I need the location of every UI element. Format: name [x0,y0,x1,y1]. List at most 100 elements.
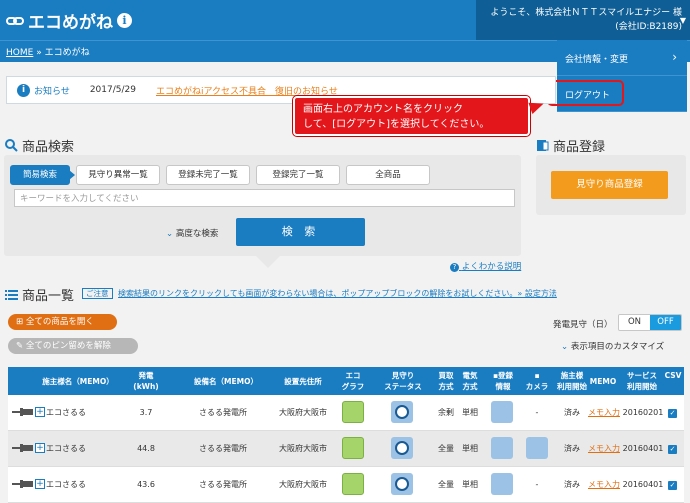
col-watch-line2: ステータス [384,382,422,391]
watch-status-icon[interactable] [391,437,413,459]
tab-simple-search[interactable]: 簡易検索 [10,165,75,185]
eco-graph-icon[interactable] [342,473,364,495]
pin-icon[interactable] [12,479,34,489]
memo-link[interactable]: メモ入力 [586,467,622,503]
instruction-callout: 画面右上のアカウント名をクリック して、[ログアウト]を選択してください。 [293,96,530,136]
faq-link[interactable]: ? よくわかる説明 [450,260,521,272]
power-method: 単相 [462,480,478,489]
breadcrumb-home[interactable]: HOME [6,48,33,58]
col-watch-status: 見守り ステータス [378,370,428,392]
owner-start: 済み [564,444,580,453]
document-icon [537,140,549,151]
col-registration: ▪登録 情報 [486,370,520,392]
toggle-off[interactable]: OFF [650,315,681,330]
table-row[interactable]: + エコさるる 44.8 さるる発電所 大阪府大阪市 全量 単相 済み メモ入力… [8,431,684,467]
camera-icon[interactable] [526,437,548,459]
memo-link[interactable]: メモ入力 [586,431,622,467]
advanced-search-label: 高度な検索 [175,229,219,239]
col-generation-line: 発電 [138,371,154,380]
csv-checkbox[interactable]: ✓ [668,481,677,490]
toggle-on[interactable]: ON [619,315,650,330]
generation-value: 43.6 [137,480,155,489]
owner-name[interactable]: エコさるる [46,431,106,467]
facility-name[interactable]: さるる発電所 [178,431,268,467]
watch-status-icon[interactable] [391,401,413,423]
col-location: 設置先住所 [284,377,322,386]
owner-name[interactable]: エコさるる [46,395,106,431]
col-buy-method: 買取 方式 [434,370,458,392]
col-eco-line2: グラフ [341,382,365,391]
csv-checkbox[interactable]: ✓ [668,409,677,418]
notice-tag: i お知らせ [7,83,80,97]
tab-all-products[interactable]: 全商品 [346,165,430,185]
callout-line: 画面右上のアカウント名をクリック [303,104,463,115]
col-csv: CSV [664,371,682,380]
pin-icon[interactable] [12,443,34,453]
col-power-line2: 方式 [462,382,478,391]
col-memo: MEMO [589,377,617,386]
camera-value: - [535,480,539,489]
eco-graph-icon[interactable] [342,437,364,459]
search-title: 商品検索 [22,140,75,155]
account-menu-trigger[interactable]: ようこそ、株式会社ＮＴＴスマイルエナジー 様 (会社ID:B2189) ▼ [476,0,690,40]
expand-icon[interactable]: + [35,443,45,453]
list-title: 商品一覧 [22,289,75,304]
power-method: 単相 [462,408,478,417]
buy-method: 全量 [438,444,454,453]
register-product-button[interactable]: 見守り商品登録 [551,171,668,199]
owner-name[interactable]: エコさるる [46,467,106,503]
menu-item-company-info[interactable]: 会社情報・変更 › [557,40,687,76]
app-logo[interactable]: エコめがね i [6,8,132,33]
chevron-down-icon: ⌄ [166,229,174,239]
col-owner: 施主様名（MEMO） [42,377,114,386]
eco-graph-icon[interactable] [342,401,364,423]
info-icon[interactable]: i [117,13,132,28]
col-camera-label: カメラ [525,382,549,391]
keyword-input[interactable]: キーワードを入力してください [14,189,515,207]
info-icon: i [17,83,30,97]
table-header: 施主様名（MEMO） 発電 (kWh) 設備名（MEMO） 設置先住所 エコ グラフ… [8,367,684,395]
expand-icon[interactable]: + [35,407,45,417]
registration-info-icon[interactable] [491,473,513,495]
location: 大阪府大阪市 [279,408,327,417]
table-row[interactable]: + エコさるる 43.6 さるる発電所 大阪府大阪市 全量 単相 - 済み メモ… [8,467,684,503]
location: 大阪府大阪市 [279,444,327,453]
caution-link[interactable]: 検索結果のリンクをクリックしても画面が変わらない場合は、ポップアップブロックの解… [118,289,557,298]
col-service-line1: サービス [627,371,657,380]
col-generation: 発電 (kWh) [126,370,166,392]
col-watch-line1: 見守り [391,371,415,380]
expand-icon[interactable]: + [35,479,45,489]
csv-checkbox[interactable]: ✓ [668,445,677,454]
notice-link[interactable]: エコめがねiアクセス不具合 復旧のお知らせ [156,84,338,97]
pin-icon[interactable] [12,407,34,417]
registration-info-icon[interactable] [491,437,513,459]
facility-name[interactable]: さるる発電所 [178,395,268,431]
power-method: 単相 [462,444,478,453]
owner-start: 済み [564,408,580,417]
col-owner-start-line2: 利用開始 [557,382,587,391]
memo-link[interactable]: メモ入力 [586,395,622,431]
chat-icon: ▪ [534,371,540,380]
customize-columns-toggle[interactable]: ⌄ 表示項目のカスタマイズ [561,340,664,352]
tab-watch-error[interactable]: 見守り異常一覧 [76,165,160,185]
tab-registered[interactable]: 登録完了一覧 [256,165,340,185]
notice-date: 2017/5/29 [89,85,136,95]
registration-info-icon[interactable] [491,401,513,423]
search-button[interactable]: 検 索 [236,218,365,246]
caution-note: ご注意 検索結果のリンクをクリックしても画面が変わらない場合は、ポップアップブロ… [82,288,557,299]
unpin-all-button[interactable]: ✎ 全てのピン留めを解除 [8,338,138,354]
register-section-title: 商品登録 [536,136,605,155]
facility-name[interactable]: さるる発電所 [178,467,268,503]
tab-unregistered[interactable]: 登録未完了一覧 [166,165,250,185]
open-all-button[interactable]: ⊞ 全ての商品を開く [8,314,117,330]
service-start: 20160401 [622,444,664,453]
watch-status-icon[interactable] [391,473,413,495]
col-generation-unit: (kWh) [133,382,159,391]
generation-watch-toggle[interactable]: ON OFF [618,314,682,331]
table-row[interactable]: + エコさるる 3.7 さるる発電所 大阪府大阪市 余剰 単相 - 済み メモ入… [8,395,684,431]
customize-label: 表示項目のカスタマイズ [570,342,665,352]
advanced-search-toggle[interactable]: ⌄ 高度な検索 [166,227,218,239]
generation-value: 3.7 [139,408,153,417]
col-eco-graph: エコ グラフ [338,370,368,392]
logout-highlight [547,80,624,106]
